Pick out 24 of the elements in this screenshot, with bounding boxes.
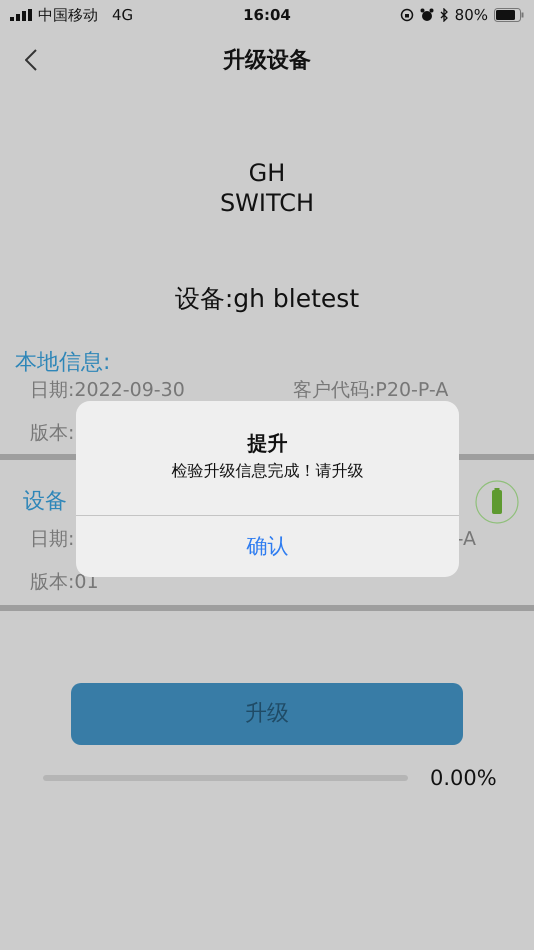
version-text: 版本: (30, 422, 74, 444)
page-title: 升级设备 (223, 46, 311, 74)
status-time: 16:04 (243, 4, 291, 26)
dialog-title: 提升 (248, 430, 288, 457)
battery-percent: 80% (454, 4, 488, 26)
date-text: 日期:2022-09-30 (30, 378, 186, 402)
section-heading: 本地信息: (15, 348, 112, 376)
section-heading: 设备 (22, 488, 67, 516)
battery-status-icon (475, 480, 519, 524)
product-name-line: SWITCH (220, 188, 314, 218)
back-icon (25, 49, 37, 71)
date-text: 日期: (30, 526, 74, 552)
network-type: 4G (112, 4, 134, 26)
signal-icon (10, 9, 32, 21)
bluetooth-icon (440, 8, 449, 22)
dialog-message: 检验升级信息完成！请升级 (172, 460, 364, 482)
customer-code-text: 客户代码:P20-P-A (293, 378, 448, 402)
customer-code-text: -A (456, 526, 476, 552)
battery-icon (494, 8, 524, 22)
product-name-line: GH (248, 158, 286, 188)
rotation-lock-icon (400, 8, 414, 22)
device-name: 设备:gh bletest (174, 283, 360, 315)
carrier-name: 中国移动 (38, 4, 98, 26)
progress-reading: 0.00% (430, 764, 497, 792)
